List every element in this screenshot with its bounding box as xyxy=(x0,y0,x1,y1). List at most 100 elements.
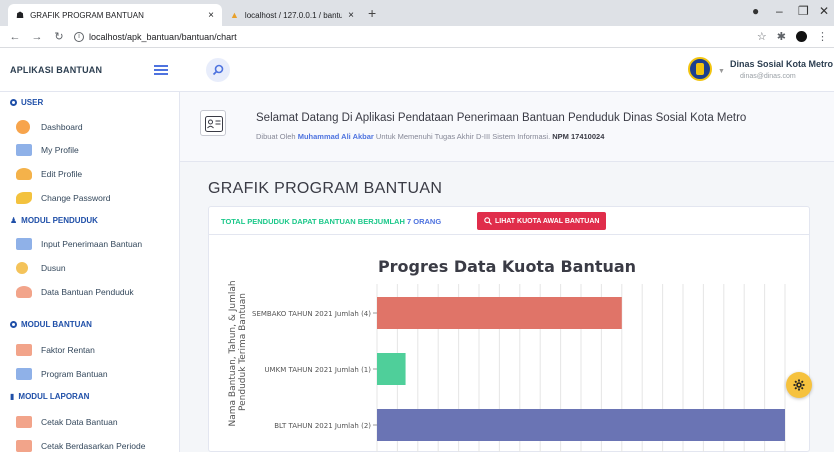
id-card-icon xyxy=(200,110,226,136)
info-icon[interactable]: i xyxy=(74,31,84,42)
user-email: dinas@dinas.com xyxy=(740,73,796,80)
chart-title: Progres Data Kuota Bantuan xyxy=(378,257,636,276)
sidebar-item-change-password[interactable]: Change Password xyxy=(16,192,110,204)
sidebar-item-input-penerimaan[interactable]: Input Penerimaan Bantuan xyxy=(16,238,142,250)
chart-bar[interactable] xyxy=(377,409,785,441)
dashboard-icon xyxy=(16,120,30,134)
chart-bar[interactable] xyxy=(377,353,406,385)
card-header: TOTAL PENDUDUK DAPAT BANTUAN BERJUMLAH 7… xyxy=(209,207,809,235)
close-window-icon[interactable]: ✕ xyxy=(819,4,829,18)
back-icon[interactable]: ← xyxy=(8,31,22,43)
forward-icon[interactable]: → xyxy=(30,31,44,43)
menu-icon[interactable]: ⋮ xyxy=(817,30,828,43)
sidebar-item-data-bantuan-penduduk[interactable]: Data Bantuan Penduduk xyxy=(16,286,134,298)
search-icon xyxy=(212,64,224,76)
sidebar-item-label: Data Bantuan Penduduk xyxy=(41,287,134,297)
hamburger-icon[interactable] xyxy=(154,65,168,75)
tab-title: GRAFIK PROGRAM BANTUAN xyxy=(30,10,144,20)
lihat-kuota-button[interactable]: LIHAT KUOTA AWAL BANTUAN xyxy=(477,212,607,230)
minimize-icon[interactable]: – xyxy=(776,4,783,18)
sidebar-item-faktor-rentan[interactable]: Faktor Rentan xyxy=(16,344,95,356)
sidebar-item-my-profile[interactable]: My Profile xyxy=(16,144,79,156)
npm-label: NPM 17410024 xyxy=(552,132,605,141)
topbar: ▼ Dinas Sosial Kota Metro dinas@dinas.co… xyxy=(180,48,834,92)
chart-card: TOTAL PENDUDUK DAPAT BANTUAN BERJUMLAH 7… xyxy=(208,206,810,452)
close-tab-icon[interactable]: × xyxy=(208,10,214,21)
restore-icon[interactable]: ❐ xyxy=(798,4,809,18)
search-icon xyxy=(484,217,492,225)
sidebar-item-label: Faktor Rentan xyxy=(41,345,95,355)
quota-button-label: LIHAT KUOTA AWAL BANTUAN xyxy=(495,217,600,225)
sidebar-section-laporan: ▮ MODUL LAPORAN xyxy=(10,392,89,401)
search-button[interactable] xyxy=(206,58,230,82)
sidebar-item-edit-profile[interactable]: Edit Profile xyxy=(16,168,82,180)
gear-icon xyxy=(16,262,28,274)
sidebar-section-bantuan: MODUL BANTUAN xyxy=(10,320,92,329)
sidebar-item-program-bantuan[interactable]: Program Bantuan xyxy=(16,368,108,380)
welcome-subtitle: Dibuat Oleh Muhammad Ali Akbar Untuk Mem… xyxy=(256,132,604,141)
browser-tab-active[interactable]: ☗ GRAFIK PROGRAM BANTUAN × xyxy=(8,4,222,26)
form-icon xyxy=(16,238,32,250)
sidebar-item-label: Program Bantuan xyxy=(41,369,108,379)
brand-title: APLIKASI BANTUAN xyxy=(10,64,103,75)
avatar[interactable] xyxy=(796,31,807,42)
printer-icon xyxy=(16,440,32,452)
user-name[interactable]: Dinas Sosial Kota Metro xyxy=(730,59,833,69)
url-text: localhost/apk_bantuan/bantuan/chart xyxy=(89,31,237,42)
section-label: MODUL LAPORAN xyxy=(18,392,90,401)
welcome-title: Selamat Datang Di Aplikasi Pendataan Pen… xyxy=(256,112,747,124)
settings-fab-button[interactable] xyxy=(786,372,812,398)
chevron-down-icon[interactable]: ▼ xyxy=(718,68,725,75)
sidebar-item-label: Cetak Berdasarkan Periode xyxy=(41,441,146,451)
group-icon xyxy=(16,286,32,298)
chart-bar[interactable] xyxy=(377,297,622,329)
sidebar-section-penduduk: ♟ MODUL PENDUDUK xyxy=(10,216,98,225)
sidebar-item-label: My Profile xyxy=(41,145,79,155)
sidebar-item-label: Dashboard xyxy=(41,122,83,132)
sidebar-item-label: Edit Profile xyxy=(41,169,83,179)
section-label: USER xyxy=(21,98,44,107)
category-tick-label: UMKM TAHUN 2021 Jumlah (1) xyxy=(264,366,371,374)
key-icon xyxy=(16,192,32,204)
welcome-banner: Selamat Datang Di Aplikasi Pendataan Pen… xyxy=(180,92,834,162)
factor-icon xyxy=(16,344,32,356)
sidebar-item-label: Input Penerimaan Bantuan xyxy=(41,239,143,249)
sidebar-section-user: USER xyxy=(10,98,43,107)
reload-icon[interactable]: ↻ xyxy=(52,30,66,43)
total-count: 7 ORANG xyxy=(406,217,442,226)
page-title: GRAFIK PROGRAM BANTUAN xyxy=(208,180,443,197)
sidebar-item-label: Cetak Data Bantuan xyxy=(41,417,118,427)
circle-icon xyxy=(10,321,17,328)
browser-tabbar: ☗ GRAFIK PROGRAM BANTUAN × ▲ localhost /… xyxy=(0,0,834,26)
category-tick-label: BLT TAHUN 2021 Jumlah (2) xyxy=(274,422,371,430)
browser-tab-inactive[interactable]: ▲ localhost / 127.0.0.1 / bantuan / … × xyxy=(222,4,362,26)
author-name: Muhammad Ali Akbar xyxy=(297,132,374,141)
chart-y-axis-label: Nama Bantuan, Tahun, & Jumlah Penduduk T… xyxy=(228,278,248,427)
section-label: MODUL BANTUAN xyxy=(21,320,92,329)
sidebar-item-dashboard[interactable]: Dashboard xyxy=(16,120,83,134)
close-tab-icon[interactable]: × xyxy=(348,10,354,21)
tab-title: localhost / 127.0.0.1 / bantuan / … xyxy=(244,10,343,20)
new-tab-button[interactable]: + xyxy=(368,5,376,21)
user-edit-icon xyxy=(16,168,32,180)
sidebar-item-label: Change Password xyxy=(41,193,111,203)
extensions-icon[interactable]: ✱ xyxy=(777,30,786,43)
printer-icon xyxy=(16,416,32,428)
sidebar-item-label: Dusun xyxy=(41,263,66,273)
sidebar-item-cetak-data[interactable]: Cetak Data Bantuan xyxy=(16,416,118,428)
sidebar: USER Dashboard My Profile Edit Profile C… xyxy=(0,92,180,452)
total-prefix: TOTAL PENDUDUK DAPAT BANTUAN BERJUMLAH xyxy=(221,217,405,226)
sub-prefix: Dibuat Oleh xyxy=(256,132,296,141)
id-card-icon xyxy=(16,144,32,156)
sidebar-item-dusun[interactable]: Dusun xyxy=(16,262,66,274)
url-field[interactable]: i localhost/apk_bantuan/bantuan/chart xyxy=(74,31,237,42)
category-tick-label: SEMBAKO TAHUN 2021 Jumlah (4) xyxy=(252,310,371,318)
star-icon[interactable]: ☆ xyxy=(757,30,767,43)
db-icon: ▲ xyxy=(230,10,239,20)
user-avatar-logo[interactable] xyxy=(688,57,712,81)
sidebar-item-cetak-periode[interactable]: Cetak Berdasarkan Periode xyxy=(16,440,145,452)
profile-icon[interactable]: ● xyxy=(752,4,759,18)
section-label: MODUL PENDUDUK xyxy=(21,216,98,225)
sub-middle: Untuk Memenuhi Tugas Akhir D-III Sistem … xyxy=(375,132,551,141)
circle-icon xyxy=(10,99,17,106)
